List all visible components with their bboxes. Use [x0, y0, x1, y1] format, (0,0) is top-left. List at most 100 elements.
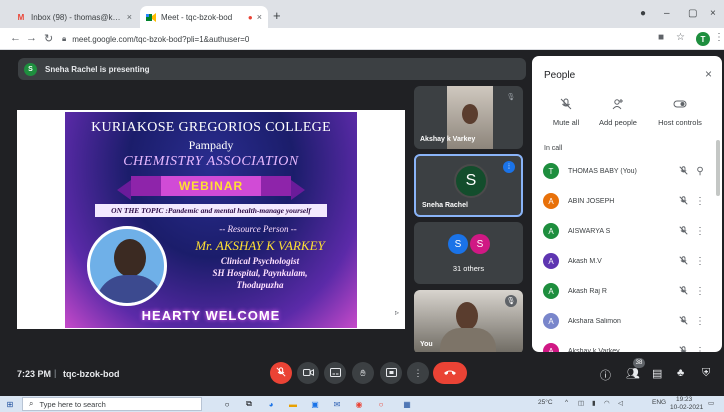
speaking-indicator-icon: ⁞	[503, 161, 515, 173]
participant-avatar: A	[543, 253, 559, 269]
new-tab-button[interactable]: +	[273, 8, 281, 23]
close-panel-button[interactable]: ×	[705, 67, 712, 81]
more-options-icon[interactable]: ⋮	[692, 286, 708, 297]
tab-gmail[interactable]: M Inbox (98) - thomas@kgcollege.a ×	[10, 6, 138, 28]
participant-avatar: A	[543, 313, 559, 329]
opera-icon[interactable]: ○	[376, 399, 386, 409]
people-count-badge: 38	[633, 358, 645, 368]
participant-row[interactable]: A Akash Raj R ⋮	[532, 281, 714, 301]
leave-call-button[interactable]	[433, 362, 467, 384]
taskbar-search-box[interactable]: ⌕ Type here to search	[22, 397, 202, 411]
participant-tile-others[interactable]: S S 31 others	[414, 222, 523, 284]
cursor-icon: ▹	[395, 308, 400, 317]
slide-resource-label: -- Resource Person --	[219, 224, 297, 234]
cortana-icon[interactable]: ○	[222, 399, 232, 409]
minimize-button[interactable]: –	[664, 8, 670, 19]
notifications-icon[interactable]: ▭	[708, 399, 714, 407]
meeting-info-icon[interactable]: ⓘ	[600, 367, 611, 383]
present-button[interactable]	[380, 362, 402, 384]
tray-volume-icon[interactable]: ◁	[618, 399, 623, 407]
participant-tile-self[interactable]: 🎙︎ You	[414, 290, 523, 354]
slide-speaker: Mr. AKSHAY K VARKEY	[195, 238, 325, 253]
meeting-controls-bar: 7:23 PM | tqc-bzok-bod ✋︎ ⋮ ⓘ 👥︎ 38 ▤ ♣ …	[0, 352, 724, 396]
tab-close-icon[interactable]: ×	[127, 12, 132, 22]
raise-hand-button[interactable]: ✋︎	[352, 362, 374, 384]
mic-off-icon	[276, 367, 286, 379]
participant-name: You	[420, 341, 433, 348]
slide-town: Thodupuzha	[236, 280, 284, 290]
captions-button[interactable]	[324, 362, 346, 384]
photos-icon[interactable]: ▦	[402, 399, 412, 409]
store-icon[interactable]: ▣	[310, 399, 320, 409]
panel-scrollbar[interactable]	[716, 140, 720, 196]
action-label: Add people	[599, 118, 637, 127]
tray-network-icon[interactable]: ◫	[578, 399, 584, 407]
participant-tile-akshay[interactable]: 🎙︎ Akshay k Varkey	[414, 86, 523, 149]
slide-hospital: SH Hospital, Paynkulam,	[212, 268, 308, 278]
mic-off-icon	[536, 98, 596, 112]
pin-icon[interactable]: ⚲	[692, 166, 708, 177]
participant-row[interactable]: A ABIN JOSEPH ⋮	[532, 191, 714, 211]
participant-avatar: S	[454, 164, 488, 198]
participant-torso	[440, 328, 496, 354]
phone-hangup-icon	[443, 368, 457, 378]
speaker-head	[114, 239, 146, 277]
url-field[interactable]: 🔒︎ meet.google.com/tqc-bzok-bod?pli=1&au…	[62, 31, 642, 47]
more-options-icon[interactable]: ⋮	[692, 226, 708, 237]
presenting-text: Sneha Rachel is presenting	[45, 64, 150, 74]
activities-icon[interactable]: ♣	[677, 367, 684, 379]
camera-indicator-icon[interactable]: ■	[658, 32, 664, 43]
file-explorer-icon[interactable]: ▬	[288, 399, 298, 409]
taskbar-date[interactable]: 10-02-2021	[670, 404, 703, 411]
edge-icon[interactable]: ◕	[266, 399, 276, 409]
language-indicator[interactable]: ENG	[652, 399, 666, 406]
task-view-icon[interactable]: ⧉	[244, 399, 254, 409]
participant-avatar: A	[543, 223, 559, 239]
reload-icon[interactable]: ↻	[44, 32, 53, 45]
profile-avatar[interactable]: T	[696, 32, 710, 46]
slide-association: CHEMISTRY ASSOCIATION	[123, 154, 299, 169]
more-options-icon[interactable]: ⋮	[692, 316, 708, 327]
chrome-icon[interactable]: ◉	[354, 399, 364, 409]
participant-row[interactable]: A Akshay k Varkey ⋮	[532, 341, 714, 352]
forward-icon[interactable]: →	[26, 32, 37, 44]
participant-row[interactable]: A Akshara Salimon ⋮	[532, 311, 714, 331]
participant-name: Sneha Rachel	[422, 202, 468, 209]
presenting-banner: S Sneha Rachel is presenting	[18, 58, 526, 80]
tray-chevron-icon[interactable]: ^	[565, 399, 568, 406]
participant-row[interactable]: A AISWARYA S ⋮	[532, 221, 714, 241]
window-menu-icon[interactable]: ●	[640, 8, 646, 19]
add-people-button[interactable]: Add people	[588, 98, 648, 127]
more-options-icon[interactable]: ⋮	[692, 196, 708, 207]
more-options-icon[interactable]: ⋮	[692, 256, 708, 267]
meet-area: S Sneha Rachel is presenting KURIAKOSE G…	[0, 50, 724, 396]
people-icon[interactable]: 👥︎	[626, 367, 640, 380]
search-placeholder: Type here to search	[39, 399, 106, 409]
tab-meet[interactable]: Meet - tqc-bzok-bod ● ×	[140, 6, 268, 28]
tray-wifi-icon[interactable]: ◠	[604, 399, 610, 407]
windows-start-icon[interactable]: ⊞	[5, 399, 15, 409]
participant-tile-sneha[interactable]: S ⁞ Sneha Rachel	[414, 154, 523, 217]
weather-text[interactable]: 25°C	[538, 399, 553, 406]
tab-close-icon[interactable]: ×	[257, 12, 262, 22]
tray-battery-icon[interactable]: ▮	[592, 399, 596, 407]
close-window-button[interactable]: ×	[710, 8, 716, 19]
more-options-button[interactable]: ⋮	[407, 362, 429, 384]
host-safety-icon[interactable]: ⛨	[702, 367, 710, 380]
mail-icon[interactable]: ✉	[332, 399, 342, 409]
taskbar-clock[interactable]: 19:23	[676, 396, 692, 403]
restore-button[interactable]: ▢	[688, 8, 697, 19]
participant-row[interactable]: T THOMAS BABY (You) ⚲	[532, 161, 714, 181]
mute-all-button[interactable]: Mute all	[536, 98, 596, 127]
back-icon[interactable]: ←	[10, 32, 21, 44]
chat-icon[interactable]: ▤	[652, 367, 662, 380]
microphone-toggle-button[interactable]	[270, 362, 292, 384]
browser-menu-icon[interactable]: ⋮	[714, 32, 724, 43]
participant-name: Akshay k Varkey	[420, 136, 476, 143]
action-label: Host controls	[658, 118, 702, 127]
participant-row[interactable]: A Akash M.V ⋮	[532, 251, 714, 271]
bookmark-star-icon[interactable]: ☆	[676, 32, 685, 43]
host-controls-button[interactable]: Host controls	[650, 98, 710, 127]
presentation-slide: KURIAKOSE GREGORIOS COLLEGE Pampady CHEM…	[65, 112, 357, 328]
camera-toggle-button[interactable]	[297, 362, 319, 384]
